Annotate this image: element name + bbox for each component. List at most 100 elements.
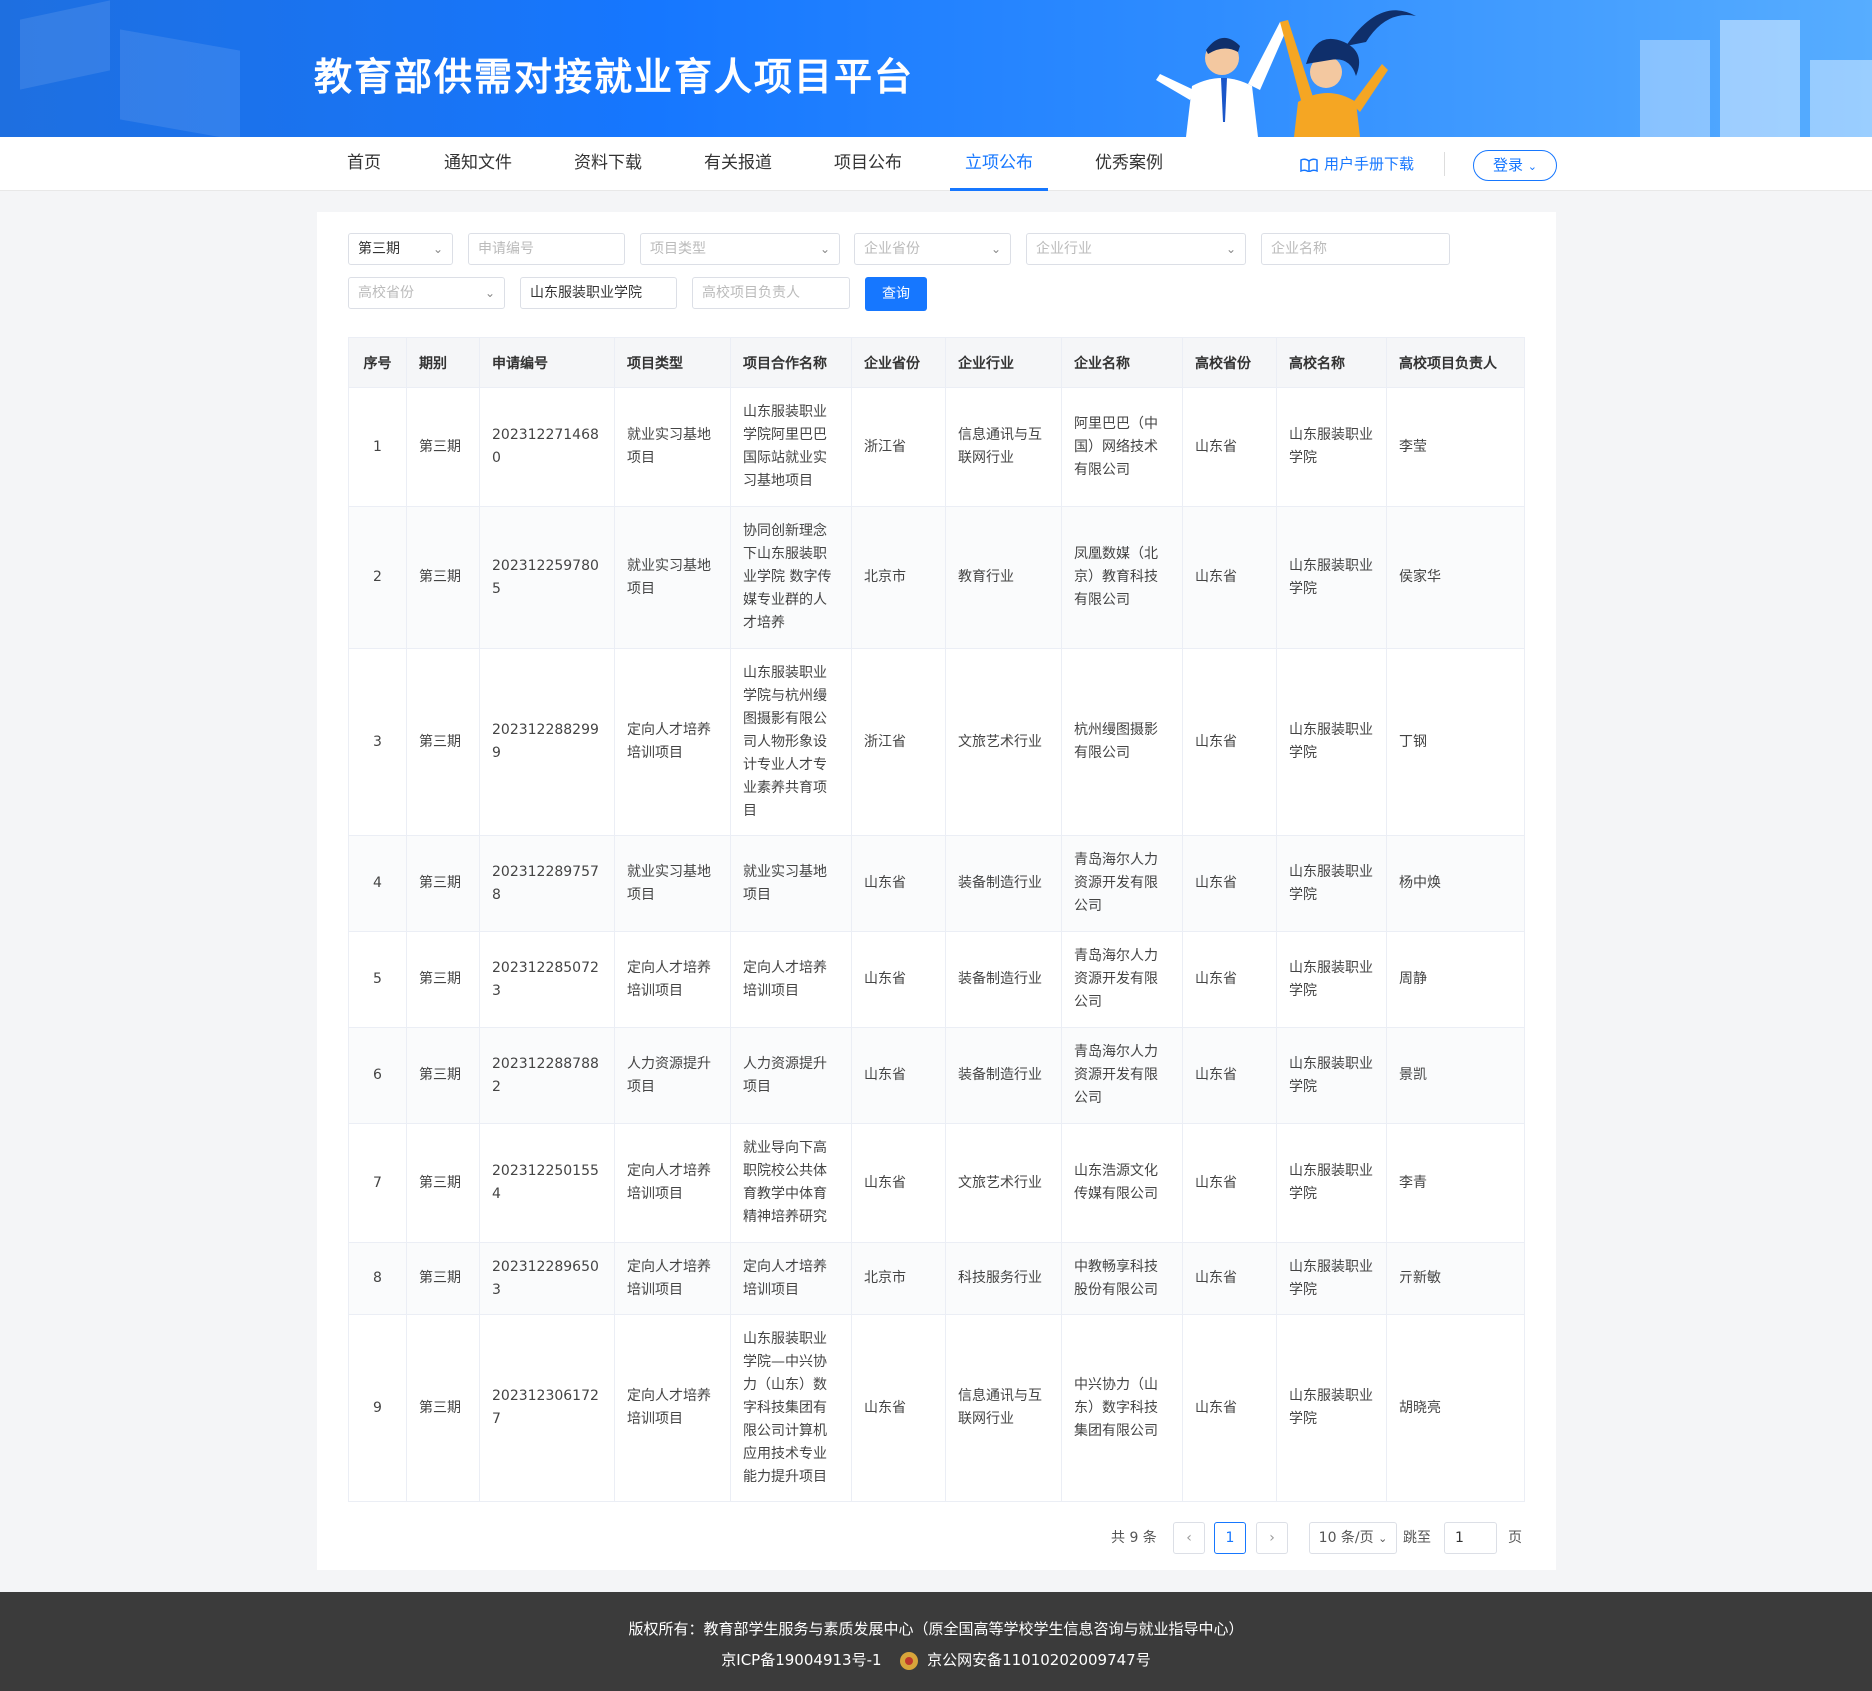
query-button[interactable]: 查询 — [865, 277, 927, 311]
table-cell: 第三期 — [406, 506, 480, 649]
table-cell: 2023122597805 — [479, 506, 615, 649]
table-cell: 中教畅享科技股份有限公司 — [1061, 1242, 1183, 1315]
table-cell: 第三期 — [406, 387, 480, 507]
table-cell: 山东省 — [1182, 1242, 1277, 1315]
table-cell: 定向人才培养培训项目 — [614, 1314, 731, 1502]
nav-item-notices[interactable]: 通知文件 — [444, 137, 512, 191]
nav-item-reports[interactable]: 有关报道 — [704, 137, 772, 191]
table-cell: 就业实习基地项目 — [730, 835, 852, 932]
high-five-illustration — [1156, 10, 1416, 137]
table-cell: 山东省 — [851, 931, 946, 1028]
table-cell: 山东省 — [1182, 1027, 1277, 1124]
manual-download-label: 用户手册下载 — [1324, 155, 1415, 173]
table-cell: 山东省 — [1182, 931, 1277, 1028]
company-name-input[interactable]: 企业名称 — [1261, 233, 1450, 265]
table-cell: 丁钢 — [1386, 648, 1525, 836]
next-page-button[interactable]: › — [1256, 1522, 1288, 1554]
table-cell: 青岛海尔人力资源开发有限公司 — [1061, 931, 1183, 1028]
company-name-placeholder: 企业名称 — [1271, 241, 1327, 257]
table-cell: 第三期 — [406, 1123, 480, 1243]
table-cell: 北京市 — [851, 1242, 946, 1315]
table-cell: 浙江省 — [851, 387, 946, 507]
table-cell: 文旅艺术行业 — [945, 1123, 1062, 1243]
table-cell: 装备制造行业 — [945, 835, 1062, 932]
table-cell: 山东省 — [1182, 1123, 1277, 1243]
table-cell: 第三期 — [406, 648, 480, 836]
nav-item-home[interactable]: 首页 — [347, 137, 381, 191]
table-cell: 2023123061727 — [479, 1314, 615, 1502]
column-header: 期别 — [406, 337, 480, 388]
table-cell: 2023122896503 — [479, 1242, 615, 1315]
nav-item-cases[interactable]: 优秀案例 — [1095, 137, 1163, 191]
column-header: 企业名称 — [1061, 337, 1183, 388]
jump-page-input[interactable]: 1 — [1444, 1522, 1497, 1554]
chevron-down-icon: ⌄ — [819, 242, 830, 256]
prev-page-button[interactable]: ‹ — [1173, 1522, 1205, 1554]
school-province-select[interactable]: 高校省份 ⌄ — [348, 277, 505, 309]
results-table: 序号 期别 申请编号 项目类型 项目合作名称 企业省份 企业行业 企业名称 高校… — [348, 337, 1525, 1502]
project-type-select[interactable]: 项目类型 ⌄ — [640, 233, 840, 265]
company-industry-select[interactable]: 企业行业 ⌄ — [1026, 233, 1246, 265]
manual-download-link[interactable]: 用户手册下载 — [1300, 137, 1414, 191]
page-size-label: 10 条/页 — [1318, 1530, 1374, 1546]
column-header: 高校名称 — [1276, 337, 1387, 388]
table-cell: 3 — [348, 648, 407, 836]
column-header: 项目合作名称 — [730, 337, 852, 388]
table-cell: 就业实习基地项目 — [614, 387, 731, 507]
table-cell: 青岛海尔人力资源开发有限公司 — [1061, 1027, 1183, 1124]
nav-item-project-publish[interactable]: 项目公布 — [834, 137, 902, 191]
table-cell: 定向人才培养培训项目 — [730, 931, 852, 1028]
table-cell: 山东省 — [1182, 387, 1277, 507]
table-cell: 景凯 — [1386, 1027, 1525, 1124]
page-number-button[interactable]: 1 — [1214, 1522, 1246, 1554]
table-cell: 第三期 — [406, 931, 480, 1028]
table-cell: 山东服装职业学院 — [1276, 1123, 1387, 1243]
table-cell: 李莹 — [1386, 387, 1525, 507]
apply-no-input[interactable]: 申请编号 — [468, 233, 625, 265]
column-header: 企业行业 — [945, 337, 1062, 388]
table-cell: 阿里巴巴（中国）网络技术有限公司 — [1061, 387, 1183, 507]
table-cell: 定向人才培养培训项目 — [730, 1242, 852, 1315]
table-cell: 山东省 — [1182, 648, 1277, 836]
table-cell: 山东服装职业学院 — [1276, 648, 1387, 836]
company-province-select[interactable]: 企业省份 ⌄ — [854, 233, 1011, 265]
footer-copyright: 版权所有：教育部学生服务与素质发展中心（原全国高等学校学生信息咨询与就业指导中心… — [628, 1620, 1244, 1638]
table-row: 6 第三期 2023122887882 人力资源提升项目 人力资源提升项目 山东… — [348, 1027, 1525, 1124]
table-cell: 就业实习基地项目 — [614, 835, 731, 932]
table-cell: 定向人才培养培训项目 — [614, 1123, 731, 1243]
page-suffix: 页 — [1508, 1530, 1522, 1546]
icp-link[interactable]: 京ICP备19004913号-1 — [721, 1651, 881, 1669]
table-row: 7 第三期 2023122501554 定向人才培养培训项目 就业导向下高职院校… — [348, 1123, 1525, 1243]
school-name-input[interactable]: 山东服装职业学院 — [520, 277, 677, 309]
table-cell: 2023122714680 — [479, 387, 615, 507]
table-cell: 青岛海尔人力资源开发有限公司 — [1061, 835, 1183, 932]
police-badge-icon — [900, 1651, 919, 1670]
table-cell: 第三期 — [406, 1027, 480, 1124]
table-row: 2 第三期 2023122597805 就业实习基地项目 协同创新理念下山东服装… — [348, 506, 1525, 649]
period-select[interactable]: 第三期 ⌄ — [348, 233, 453, 265]
chevron-down-icon: ⌄ — [1378, 1532, 1388, 1545]
table-cell: 胡晓亮 — [1386, 1314, 1525, 1502]
table-cell: 协同创新理念下山东服装职业学院 数字传媒专业群的人才培养 — [730, 506, 852, 649]
decor-cube — [1640, 40, 1710, 137]
table-cell: 人力资源提升项目 — [614, 1027, 731, 1124]
table-row: 9 第三期 2023123061727 定向人才培养培训项目 山东服装职业学院—… — [348, 1314, 1525, 1502]
page-size-select[interactable]: 10 条/页 ⌄ — [1309, 1522, 1397, 1554]
nav-item-downloads[interactable]: 资料下载 — [574, 137, 642, 191]
table-cell: 定向人才培养培训项目 — [614, 1242, 731, 1315]
decor-cube — [1810, 60, 1872, 137]
table-header-row: 序号 期别 申请编号 项目类型 项目合作名称 企业省份 企业行业 企业名称 高校… — [348, 337, 1525, 388]
table-cell: 山东省 — [851, 1123, 946, 1243]
table-cell: 7 — [348, 1123, 407, 1243]
school-leader-input[interactable]: 高校项目负责人 — [692, 277, 850, 309]
decor-cube — [120, 29, 240, 137]
police-record-link[interactable]: 京公网安备11010202009747号 — [927, 1651, 1151, 1669]
table-cell: 李青 — [1386, 1123, 1525, 1243]
table-cell: 科技服务行业 — [945, 1242, 1062, 1315]
nav-item-approval-publish[interactable]: 立项公布 — [950, 137, 1048, 191]
table-cell: 信息通讯与互联网行业 — [945, 1314, 1062, 1502]
chevron-down-icon: ⌄ — [1527, 160, 1537, 173]
login-button[interactable]: 登录 ⌄ — [1473, 150, 1557, 181]
table-cell: 1 — [348, 387, 407, 507]
table-cell: 山东省 — [851, 1314, 946, 1502]
